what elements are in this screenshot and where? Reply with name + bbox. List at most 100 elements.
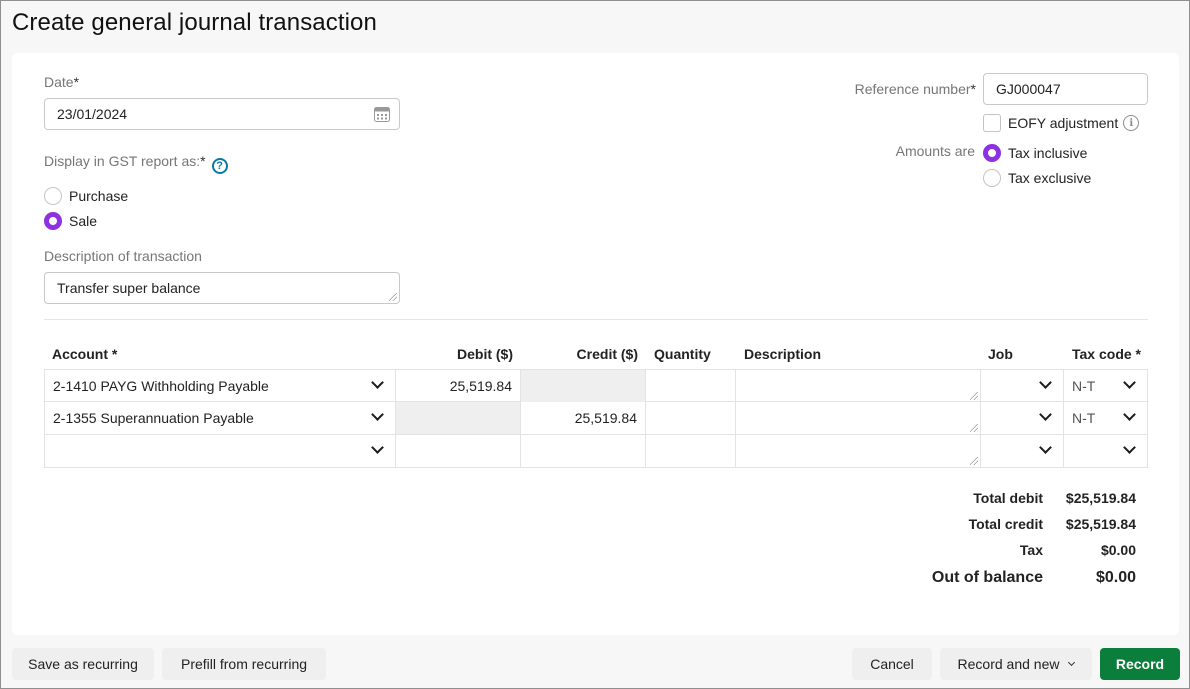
table-row: 2-1355 Superannuation Payable 25,519.84 … (44, 402, 1148, 435)
quantity-input[interactable] (645, 435, 735, 467)
cancel-button[interactable]: Cancel (852, 648, 932, 680)
description-textarea[interactable]: Transfer super balance (44, 272, 400, 304)
col-header-credit: Credit ($) (576, 346, 638, 362)
radio-circle-selected[interactable] (983, 144, 1001, 162)
tax-label: Tax (1019, 542, 1043, 558)
chevron-down-icon[interactable] (1123, 376, 1136, 389)
record-and-new-button[interactable]: Record and new (940, 648, 1092, 680)
eofy-label: EOFY adjustment (1008, 115, 1119, 131)
job-select[interactable] (980, 435, 1063, 467)
debit-value: 25,519.84 (449, 378, 512, 394)
tax-code-select[interactable]: N-T (1063, 402, 1148, 434)
col-header-description: Description (744, 346, 822, 362)
tax-code-select[interactable]: N-T (1063, 370, 1148, 402)
help-icon[interactable]: ? (211, 158, 228, 174)
total-credit-label: Total credit (968, 516, 1043, 532)
record-and-new-label: Record and new (957, 656, 1060, 672)
chevron-down-icon[interactable] (1123, 408, 1136, 421)
eofy-adjustment-checkbox[interactable]: EOFY adjustment i (983, 114, 1140, 132)
line-description-textarea[interactable] (735, 435, 980, 467)
resize-grip-icon[interactable] (970, 392, 978, 400)
chevron-down-icon[interactable] (371, 376, 384, 389)
chevron-down-icon (1068, 658, 1076, 666)
radio-circle-unselected[interactable] (983, 169, 1001, 187)
info-icon[interactable]: i (1123, 115, 1140, 131)
tax-inclusive-label: Tax inclusive (1008, 145, 1088, 161)
chevron-down-icon[interactable] (1039, 376, 1052, 389)
resize-grip-icon[interactable] (389, 293, 397, 301)
date-value: 23/01/2024 (57, 106, 128, 122)
journal-form-card: Date* 23/01/2024 Display in GST report a… (12, 53, 1179, 635)
calendar-icon[interactable] (374, 107, 390, 122)
table-row (44, 435, 1148, 468)
chevron-down-icon[interactable] (371, 408, 384, 421)
save-as-recurring-button[interactable]: Save as recurring (12, 648, 154, 680)
job-select[interactable] (980, 402, 1063, 434)
line-description-textarea[interactable] (735, 402, 980, 434)
date-label-text: Date (44, 74, 74, 90)
required-mark: * (73, 74, 80, 90)
tax-code-value: N-T (1072, 410, 1096, 426)
checkbox-box[interactable] (983, 114, 1001, 132)
tax-code-value: N-T (1072, 378, 1096, 394)
page-title: Create general journal transaction (12, 9, 377, 36)
table-row: 2-1410 PAYG Withholding Payable 25,519.8… (44, 369, 1148, 402)
credit-input[interactable]: 25,519.84 (520, 402, 645, 434)
chevron-down-icon[interactable] (1039, 408, 1052, 421)
debit-input (395, 402, 520, 434)
radio-sale-label: Sale (69, 213, 98, 229)
account-value: 2-1355 Superannuation Payable (53, 410, 254, 426)
required-mark: * (970, 81, 976, 97)
debit-input[interactable] (395, 435, 520, 467)
prefill-from-recurring-button[interactable]: Prefill from recurring (162, 648, 326, 680)
col-header-debit: Debit ($) (457, 346, 513, 362)
col-header-tax-code: Tax code * (1072, 346, 1141, 362)
chevron-down-icon[interactable] (371, 441, 384, 454)
radio-tax-exclusive[interactable]: Tax exclusive (983, 169, 1091, 187)
col-header-quantity: Quantity (654, 346, 711, 362)
account-select[interactable] (44, 435, 395, 467)
quantity-input[interactable] (645, 402, 735, 434)
col-header-account: Account * (52, 346, 118, 362)
gst-report-label-text: Display in GST report as: (44, 153, 201, 169)
radio-tax-inclusive[interactable]: Tax inclusive (983, 144, 1087, 162)
reference-number-value: GJ000047 (996, 81, 1061, 97)
out-of-balance-value: $0.00 (1095, 569, 1136, 586)
job-select[interactable] (980, 370, 1063, 402)
line-description-textarea[interactable] (735, 370, 980, 402)
record-button[interactable]: Record (1100, 648, 1180, 680)
chevron-down-icon[interactable] (1123, 441, 1136, 454)
chevron-down-icon[interactable] (1039, 441, 1052, 454)
credit-input[interactable] (520, 435, 645, 467)
radio-circle-unselected[interactable] (44, 187, 62, 205)
radio-circle-selected[interactable] (44, 212, 62, 230)
resize-grip-icon[interactable] (970, 424, 978, 432)
account-select[interactable]: 2-1410 PAYG Withholding Payable (44, 370, 395, 402)
radio-sale[interactable]: Sale (44, 212, 97, 230)
reference-label-text: Reference number (854, 81, 971, 97)
quantity-input[interactable] (645, 370, 735, 402)
reference-number-input[interactable]: GJ000047 (983, 73, 1148, 105)
credit-value: 25,519.84 (574, 410, 637, 426)
radio-purchase-label: Purchase (69, 188, 129, 204)
debit-input[interactable]: 25,519.84 (395, 370, 520, 402)
credit-input (520, 370, 645, 402)
description-value: Transfer super balance (57, 280, 201, 296)
out-of-balance-label: Out of balance (931, 569, 1043, 586)
resize-grip-icon[interactable] (970, 457, 978, 465)
date-label: Date* (44, 74, 79, 90)
journal-lines-table: 2-1410 PAYG Withholding Payable 25,519.8… (44, 369, 1148, 468)
total-debit-value: $25,519.84 (1065, 490, 1136, 506)
account-select[interactable]: 2-1355 Superannuation Payable (44, 402, 395, 434)
radio-purchase[interactable]: Purchase (44, 187, 128, 205)
total-debit-label: Total debit (973, 490, 1043, 506)
section-divider (44, 319, 1148, 320)
col-header-job: Job (988, 346, 1013, 362)
tax-code-select[interactable] (1063, 435, 1148, 467)
description-label: Description of transaction (44, 248, 202, 264)
date-input[interactable]: 23/01/2024 (44, 98, 400, 130)
required-mark: * (200, 153, 206, 169)
tax-value: $0.00 (1100, 542, 1136, 558)
account-value: 2-1410 PAYG Withholding Payable (53, 378, 269, 394)
reference-label: Reference number* (855, 81, 976, 97)
